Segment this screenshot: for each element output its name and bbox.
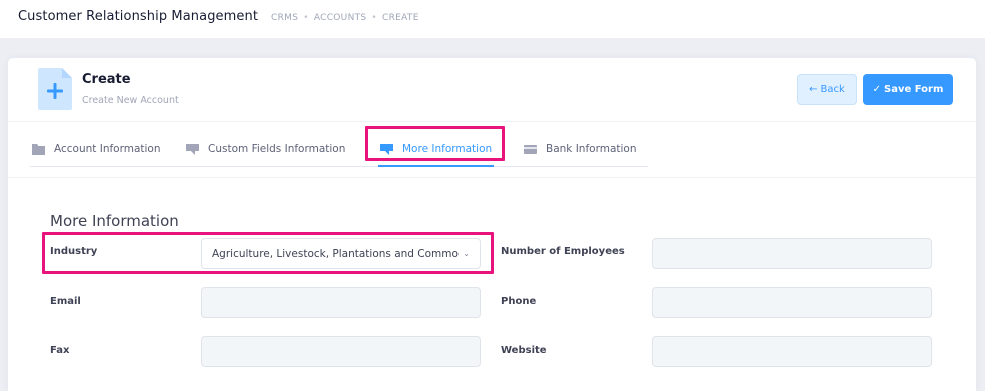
tab-label: Bank Information xyxy=(546,142,637,155)
folder-icon xyxy=(32,143,45,155)
tab-bank-information[interactable]: Bank Information xyxy=(524,130,637,167)
phone-field[interactable] xyxy=(652,287,932,318)
industry-select[interactable]: Agriculture, Livestock, Plantations and … xyxy=(201,238,481,269)
tab-label: Account Information xyxy=(54,142,161,155)
tab-custom-fields-information[interactable]: Custom Fields Information xyxy=(186,130,345,167)
phone-label: Phone xyxy=(501,296,537,307)
check-icon: ✓ xyxy=(872,84,881,95)
section-title: More Information xyxy=(50,212,179,230)
chat-icon xyxy=(380,143,393,155)
form-card: Create Create New Account ← Back ✓ Save … xyxy=(8,58,976,391)
email-field[interactable] xyxy=(201,287,481,318)
tab-label: More Information xyxy=(402,142,493,155)
tab-account-information[interactable]: Account Information xyxy=(32,130,161,167)
page-subtitle: Create New Account xyxy=(82,95,179,106)
industry-select-value: Agriculture, Livestock, Plantations and … xyxy=(212,247,460,260)
tab-label: Custom Fields Information xyxy=(208,142,346,155)
app-title: Customer Relationship Management xyxy=(18,9,259,24)
fax-label: Fax xyxy=(50,345,70,356)
arrow-left-icon: ← xyxy=(809,84,818,95)
chat-icon xyxy=(186,143,199,155)
file-plus-icon xyxy=(38,68,72,110)
industry-label: Industry xyxy=(50,246,98,257)
save-form-button[interactable]: ✓ Save Form xyxy=(863,74,953,105)
active-tab-indicator xyxy=(378,165,494,167)
employees-field[interactable] xyxy=(652,238,932,269)
employees-label: Number of Employees xyxy=(501,246,625,257)
breadcrumb-create: CREATE xyxy=(382,13,419,23)
fax-field[interactable] xyxy=(201,336,481,367)
back-button-label: Back xyxy=(820,84,845,95)
breadcrumb: CRMS • ACCOUNTS • CREATE xyxy=(271,13,419,23)
divider xyxy=(8,177,976,178)
breadcrumb-accounts[interactable]: ACCOUNTS xyxy=(314,13,367,23)
website-label: Website xyxy=(501,345,547,356)
tab-more-information[interactable]: More Information xyxy=(380,130,492,167)
card-icon xyxy=(524,144,537,154)
chevron-down-icon: ⌄ xyxy=(463,249,470,258)
email-label: Email xyxy=(50,296,81,307)
save-form-label: Save Form xyxy=(884,84,944,95)
top-bar: Customer Relationship Management CRMS • … xyxy=(0,0,985,38)
website-field[interactable] xyxy=(652,336,932,367)
card-header: Create Create New Account ← Back ✓ Save … xyxy=(8,58,976,122)
breadcrumb-separator: • xyxy=(371,13,378,23)
breadcrumb-crms[interactable]: CRMS xyxy=(271,13,298,23)
back-button[interactable]: ← Back xyxy=(797,74,857,105)
tab-bar: Account Information Custom Fields Inform… xyxy=(30,130,648,167)
page-title: Create xyxy=(82,72,131,87)
breadcrumb-separator: • xyxy=(303,13,309,23)
